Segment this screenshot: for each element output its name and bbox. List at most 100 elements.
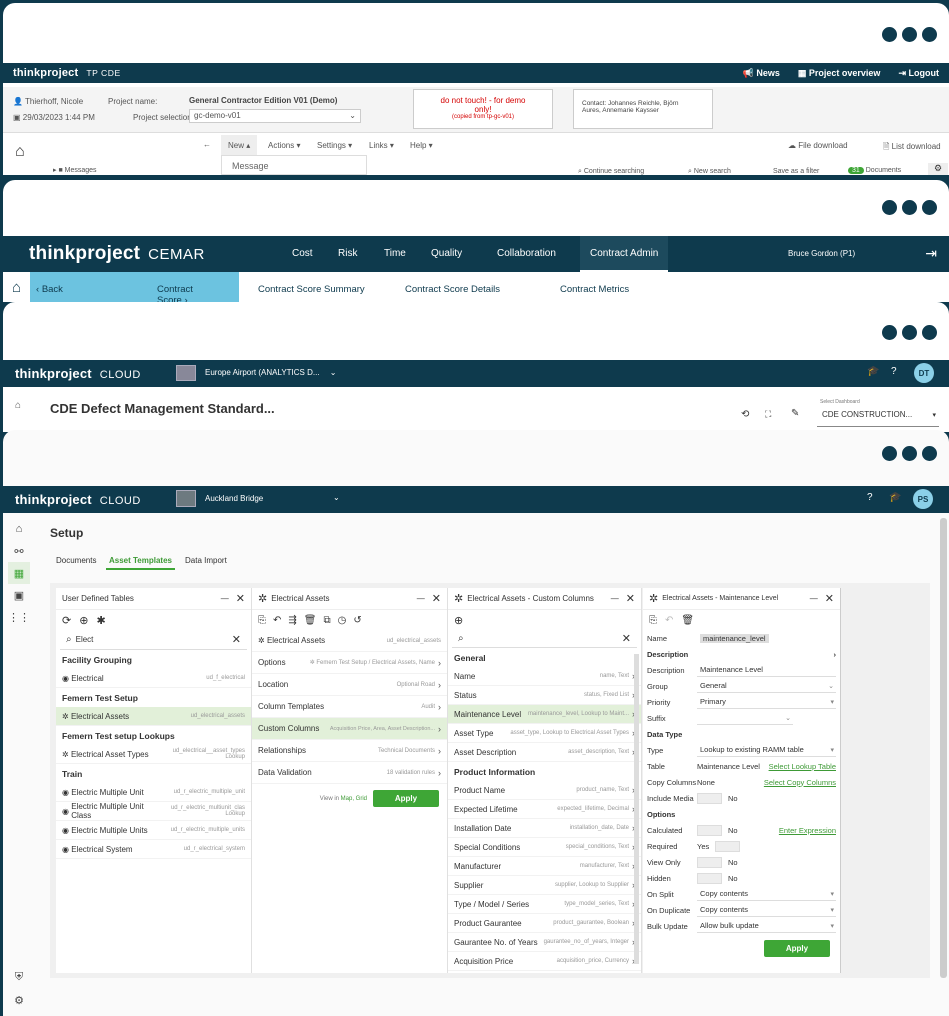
- list-item[interactable]: ◉ Electric Multiple Unit Class ud_r_elect…: [56, 802, 251, 821]
- column-row[interactable]: Product Gaurantee product_gaurantee, Bool…: [448, 914, 641, 933]
- export-icon[interactable]: ⎘: [649, 615, 657, 626]
- split-icon[interactable]: ⇶: [288, 615, 296, 626]
- tab-data-import[interactable]: Data Import: [185, 556, 227, 565]
- list-item[interactable]: ◉ Electric Multiple Unit ud_r_electric_mu…: [56, 783, 251, 802]
- home-icon[interactable]: ⌂: [8, 518, 30, 540]
- list-download-button[interactable]: 🗎 List download: [883, 141, 941, 155]
- name-field[interactable]: Name maintenance_level: [643, 630, 840, 646]
- group-select[interactable]: Group General ⌄: [643, 678, 840, 694]
- documents-badge[interactable]: 31 Documents: [848, 167, 901, 174]
- priority-select[interactable]: Priority Primary ▾: [643, 694, 840, 710]
- menu-help[interactable]: Help ▾: [410, 141, 433, 150]
- avatar[interactable]: DT: [914, 363, 934, 383]
- continue-searching-button[interactable]: ⌕ Continue searching: [578, 168, 644, 175]
- tab-asset-templates[interactable]: Asset Templates: [106, 556, 175, 570]
- chevron-down-icon[interactable]: ⌄: [333, 493, 340, 502]
- back-button[interactable]: ‹ Back: [30, 272, 138, 302]
- project-selector[interactable]: Europe Airport (ANALYTICS D... ⌄: [205, 368, 337, 377]
- add-icon[interactable]: ⊕: [454, 614, 463, 627]
- list-item[interactable]: ◉ Electrical System ud_r_electrical_syste…: [56, 840, 251, 859]
- minimize-icon[interactable]: —: [221, 594, 229, 603]
- settings-icon[interactable]: ⚙: [8, 989, 30, 1011]
- column-row[interactable]: Manufacturermanufacturer, Text›: [448, 857, 641, 876]
- hidden-toggle[interactable]: Hidden No: [643, 870, 840, 886]
- gear-icon[interactable]: ⚙: [928, 163, 948, 175]
- avatar[interactable]: PS: [913, 489, 933, 509]
- more-options-icon[interactable]: [882, 446, 937, 461]
- revert-icon[interactable]: ↺: [353, 615, 361, 626]
- column-row[interactable]: Installation Date installation_date, Date…: [448, 819, 641, 838]
- list-item[interactable]: ◉ Electric Multiple Units ud_r_electric_m…: [56, 821, 251, 840]
- help-icon[interactable]: ?: [867, 492, 873, 503]
- add-icon[interactable]: ⊕: [79, 614, 88, 627]
- graduation-cap-icon[interactable]: 🎓: [889, 492, 901, 503]
- column-row[interactable]: Expected Lifetime expected_lifetime, Deci…: [448, 800, 641, 819]
- image-icon[interactable]: ▣: [8, 584, 30, 606]
- undo-icon[interactable]: ↶: [665, 615, 673, 626]
- column-row[interactable]: Suppliersupplier, Lookup to Supplier›: [448, 876, 641, 895]
- description-section[interactable]: Description ›: [643, 646, 840, 662]
- close-icon[interactable]: ✕: [626, 592, 635, 605]
- data-validation-row[interactable]: Data Validation 18 validation rules ›: [252, 762, 447, 784]
- select-lookup-link[interactable]: Select Lookup Table: [769, 762, 836, 771]
- tab-contract-score[interactable]: Contract Score ›: [138, 272, 239, 302]
- suffix-select[interactable]: Suffix ⌄: [643, 710, 840, 726]
- column-row[interactable]: Type / Model / Series type_model_series, …: [448, 895, 641, 914]
- column-row[interactable]: Acquisition Price acquisition_price, Curr…: [448, 952, 641, 971]
- search-input[interactable]: ⌕ Elect ✕: [60, 630, 247, 650]
- trash-icon[interactable]: 🗑: [681, 615, 694, 626]
- nav-quality[interactable]: Quality: [431, 248, 462, 259]
- table-icon[interactable]: ▦: [8, 562, 30, 584]
- project-selection-dropdown[interactable]: gc-demo-v01 ⌄: [189, 109, 361, 123]
- dashboard-select[interactable]: Select Dashboard CDE CONSTRUCTION... ▾: [817, 399, 939, 427]
- dropdown-item-message[interactable]: Message: [221, 155, 367, 175]
- column-row[interactable]: Product Nameproduct_name, Text›: [448, 781, 641, 800]
- column-row[interactable]: Statusstatus, Fixed List›: [448, 686, 641, 705]
- list-item[interactable]: ✲ Electrical Asset Types ud_electrical__a…: [56, 745, 251, 764]
- trash-icon[interactable]: 🗑: [304, 615, 317, 626]
- description-field[interactable]: Description Maintenance Level: [643, 662, 840, 678]
- cemar-user[interactable]: Bruce Gordon (P1): [788, 249, 855, 258]
- fullscreen-icon[interactable]: ⛶: [765, 409, 771, 420]
- column-row[interactable]: Namename, Text›: [448, 667, 641, 686]
- nav-risk[interactable]: Risk: [338, 248, 357, 259]
- custom-columns-row[interactable]: Custom Columns Acquisition Price, Area, A…: [252, 718, 447, 740]
- search-input[interactable]: ⌕ ✕: [452, 630, 637, 648]
- calculated-toggle[interactable]: Calculated No Enter Expression: [643, 822, 840, 838]
- clear-icon[interactable]: ✕: [622, 632, 631, 645]
- on-duplicate-select[interactable]: On Duplicate Copy contents ▾: [643, 902, 840, 918]
- nav-collaboration[interactable]: Collaboration: [497, 248, 556, 259]
- tab-documents[interactable]: Documents: [56, 556, 96, 565]
- undo-icon[interactable]: ↶: [273, 615, 281, 626]
- home-icon[interactable]: ⌂: [15, 143, 25, 161]
- minimize-icon[interactable]: —: [611, 594, 619, 603]
- on-split-select[interactable]: On Split Copy contents ▾: [643, 886, 840, 902]
- help-icon[interactable]: ?: [891, 366, 897, 377]
- apply-button[interactable]: Apply: [373, 790, 439, 807]
- list-item[interactable]: ◉ Electrical ud_f_electrical: [56, 669, 251, 688]
- required-toggle[interactable]: Required Yes: [643, 838, 840, 854]
- menu-actions[interactable]: Actions ▾: [268, 141, 300, 150]
- column-row[interactable]: Asset Type asset_type, Lookup to Electric…: [448, 724, 641, 743]
- bulk-update-select[interactable]: Bulk Update Allow bulk update ▾: [643, 918, 840, 934]
- export-icon[interactable]: ⎘: [258, 615, 266, 626]
- history-icon[interactable]: ⟲: [741, 409, 749, 420]
- column-templates-row[interactable]: Column Templates Audit ›: [252, 696, 447, 718]
- pencil-icon[interactable]: ✎: [791, 408, 799, 419]
- menu-new[interactable]: New ▴: [221, 135, 258, 155]
- save-filter-button[interactable]: Save as a filter: [773, 168, 819, 175]
- options-row[interactable]: Options ✲ Femern Test Setup / Electrical …: [252, 652, 447, 674]
- panel-scrollbar[interactable]: [634, 654, 639, 964]
- select-copy-link[interactable]: Select Copy Columns: [764, 778, 836, 787]
- minimize-icon[interactable]: —: [417, 594, 425, 603]
- column-row[interactable]: Gaurantee No. of Years gaurantee_no_of_ye…: [448, 933, 641, 952]
- tab-contract-metrics[interactable]: Contract Metrics: [560, 284, 629, 295]
- list-item[interactable]: ✲ Electrical Assets ud_electrical_assets: [56, 707, 251, 726]
- logout-link[interactable]: ⇥ Logout: [898, 68, 939, 79]
- nav-contract-admin[interactable]: Contract Admin: [580, 236, 669, 272]
- project-overview-link[interactable]: ▦ Project overview: [798, 68, 881, 79]
- more-options-icon[interactable]: [882, 325, 937, 340]
- include-media-toggle[interactable]: Include Media No: [643, 790, 840, 806]
- apps-icon[interactable]: ⋮⋮: [8, 606, 30, 628]
- refresh-icon[interactable]: ⟳: [62, 614, 71, 627]
